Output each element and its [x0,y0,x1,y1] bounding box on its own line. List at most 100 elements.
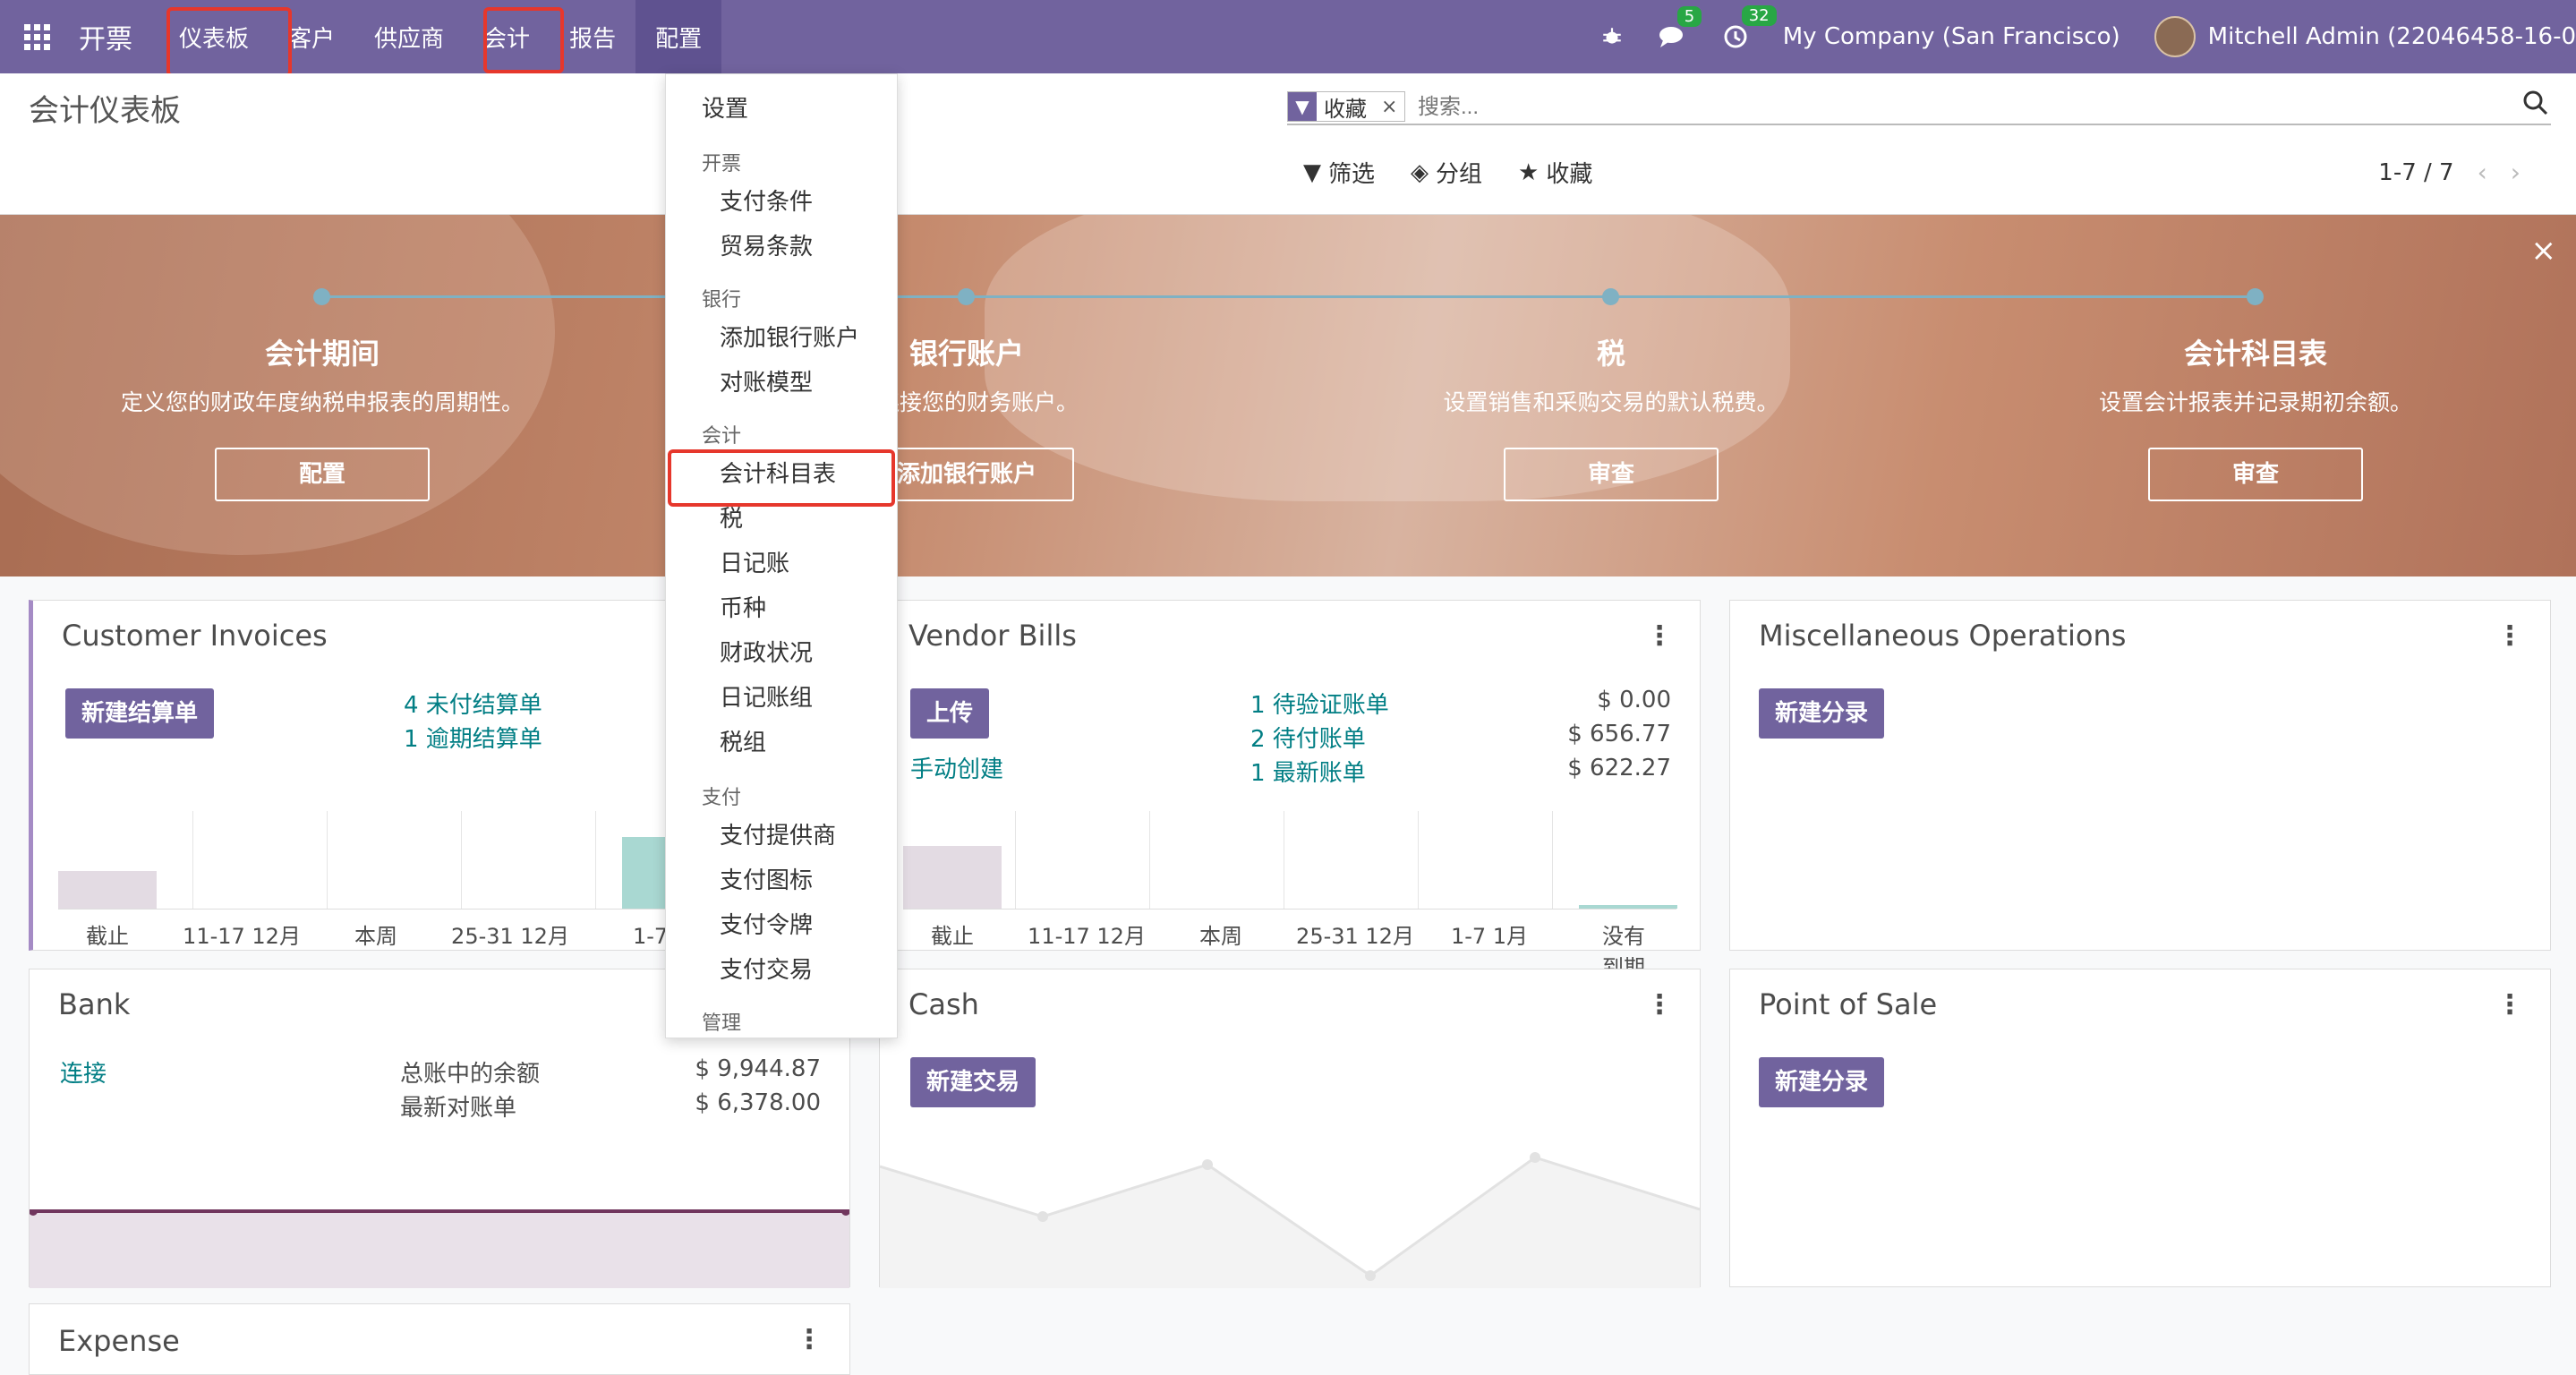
messages-icon[interactable]: 5 [1658,6,1702,49]
menu-header-invoicing: 开票 [702,153,742,175]
search-icon[interactable] [2522,90,2549,120]
review-taxes-button[interactable]: 审查 [1504,448,1719,501]
kebab-menu-icon[interactable]: ⋮ [2496,989,2523,1021]
funnel-icon: ▼ [1303,158,1321,186]
chart-label: 11-17 12月 [183,924,301,949]
connect-link[interactable]: 连接 [60,1055,107,1089]
onboarding-banner: × 会计期间 定义您的财政年度纳税申报表的周期性。 配置 银行账户 内连接您的财… [0,215,2576,576]
menu-dashboard[interactable]: 仪表板 [159,0,269,73]
chart-gridline [192,811,193,909]
card-title[interactable]: Vendor Bills [908,619,1077,653]
card-vendor-bills[interactable]: Vendor Bills ⋮ 上传 手动创建 1 待验证账单 2 待付账单 1 … [879,600,1701,980]
pager-prev-icon[interactable]: ‹ [2478,158,2487,187]
chart-label: 截止 [931,924,974,949]
pager-next-icon[interactable]: › [2511,158,2521,187]
menu-item-fiscal-positions[interactable]: 财政状况 [720,635,813,668]
menu-item-payment-transactions[interactable]: 支付交易 [720,952,813,985]
menu-item-settings[interactable]: 设置 [702,90,748,124]
filter-button[interactable]: ▼ 筛选 [1303,156,1375,189]
chart-label: 截止 [86,924,129,949]
card-title[interactable]: Miscellaneous Operations [1759,619,2126,653]
card-misc-operations[interactable]: Miscellaneous Operations ⋮ 新建分录 [1729,600,2551,951]
app-name[interactable]: 开票 [79,17,132,56]
step-taxes: 税 设置销售和采购交易的默认税费。 审查 [1289,331,1933,501]
menu-accounting[interactable]: 会计 [464,0,550,73]
chart-gridline [1418,811,1419,909]
menu-item-payment-tokens[interactable]: 支付令牌 [720,907,813,940]
configuration-dropdown: 设置 开票 支付条件 贸易条款 银行 添加银行账户 对账模型 会计 会计科目表 … [665,73,898,1038]
kebab-menu-icon[interactable]: ⋮ [1646,989,1673,1021]
card-title[interactable]: Point of Sale [1759,987,1937,1021]
menu-item-payment-terms[interactable]: 支付条件 [720,184,813,217]
banner-close-icon[interactable]: × [2531,233,2557,269]
menu-item-payment-providers[interactable]: 支付提供商 [720,817,836,850]
card-title[interactable]: Cash [908,987,979,1021]
menu-reporting[interactable]: 报告 [550,0,635,73]
bug-icon[interactable] [1600,25,1624,48]
top-navbar: 开票 仪表板 客户 供应商 会计 报告 配置 5 32 My Company (… [0,0,2576,73]
card-title[interactable]: Bank [58,987,130,1021]
create-manually-link[interactable]: 手动创建 [910,751,1003,784]
late-bills-link[interactable]: 1 最新账单 [1250,755,1366,788]
upload-button[interactable]: 上传 [910,688,990,739]
activities-icon[interactable]: 32 [1722,5,1777,50]
filter-label: 筛选 [1328,161,1376,188]
new-transaction-button[interactable]: 新建交易 [910,1057,1036,1107]
menu-item-incoterms[interactable]: 贸易条款 [720,228,813,261]
user-menu[interactable]: Mitchell Admin (22046458-16-0 [2154,16,2576,57]
group-label: 分组 [1436,161,1483,188]
statement-amount: $ 6,378.00 [695,1089,821,1116]
bills-to-pay-link[interactable]: 2 待付账单 [1250,721,1366,754]
menu-item-taxes[interactable]: 税 [720,500,743,534]
menu-item-journal-groups[interactable]: 日记账组 [720,679,813,713]
chart-bar[interactable] [903,846,1002,909]
new-invoice-button[interactable]: 新建结算单 [65,688,215,739]
unpaid-invoices-link[interactable]: 4 未付结算单 [404,687,542,720]
menu-vendors[interactable]: 供应商 [354,0,464,73]
group-by-button[interactable]: ◈ 分组 [1411,156,1482,189]
card-point-of-sale[interactable]: Point of Sale ⋮ 新建分录 [1729,969,2551,1287]
chart-gridline [1015,811,1016,909]
chart-bar[interactable] [58,871,157,909]
facet-remove-icon[interactable]: × [1374,96,1404,118]
configure-button[interactable]: 配置 [215,448,430,501]
activities-badge: 32 [1741,5,1777,26]
facet-label: 收藏 [1324,96,1367,122]
card-expense[interactable]: Expense ⋮ [29,1303,850,1375]
card-title[interactable]: Customer Invoices [62,619,328,653]
layers-icon: ◈ [1411,158,1429,186]
menu-customers[interactable]: 客户 [269,0,354,73]
kebab-menu-icon[interactable]: ⋮ [796,1324,823,1355]
chart-bar[interactable] [1579,905,1677,909]
menu-item-payment-icons[interactable]: 支付图标 [720,862,813,895]
overdue-invoices-link[interactable]: 1 逾期结算单 [404,721,542,754]
company-switcher[interactable]: My Company (San Francisco) [1783,23,2120,50]
menu-item-reconciliation-models[interactable]: 对账模型 [720,364,813,397]
menu-item-tax-groups[interactable]: 税组 [720,724,766,757]
search-input[interactable] [1418,95,2492,120]
avatar [2154,16,2196,57]
kebab-menu-icon[interactable]: ⋮ [2496,620,2523,652]
step-title: 税 [1596,337,1625,371]
menu-configuration[interactable]: 配置 [635,0,722,73]
bills-to-validate-link[interactable]: 1 待验证账单 [1250,687,1389,720]
menu-item-currencies[interactable]: 币种 [720,590,766,623]
review-chart-button[interactable]: 审查 [2148,448,2363,501]
menu-header-bank: 银行 [702,289,742,312]
menu-item-journals[interactable]: 日记账 [720,545,789,578]
progress-dot [958,288,975,305]
new-entry-button[interactable]: 新建分录 [1759,688,1885,739]
navbar-systray: 5 32 My Company (San Francisco) Mitchell… [1600,0,2576,73]
step-fiscal-periods: 会计期间 定义您的财政年度纳税申报表的周期性。 配置 [0,331,644,501]
favorites-button[interactable]: ★ 收藏 [1518,156,1592,189]
card-title[interactable]: Expense [58,1324,180,1358]
pager-value[interactable]: 1-7 / 7 [2378,159,2453,186]
kebab-menu-icon[interactable]: ⋮ [1646,620,1673,652]
user-name: Mitchell Admin (22046458-16-0 [2207,23,2576,50]
menu-item-chart-of-accounts[interactable]: 会计科目表 [720,456,836,489]
step-chart-of-accounts: 会计科目表 设置会计报表并记录期初余额。 审查 [1933,331,2576,501]
card-cash[interactable]: Cash ⋮ 新建交易 [879,969,1701,1288]
apps-menu-icon[interactable] [0,0,73,73]
new-entry-button[interactable]: 新建分录 [1759,1057,1885,1107]
menu-item-add-bank-account[interactable]: 添加银行账户 [720,320,859,353]
